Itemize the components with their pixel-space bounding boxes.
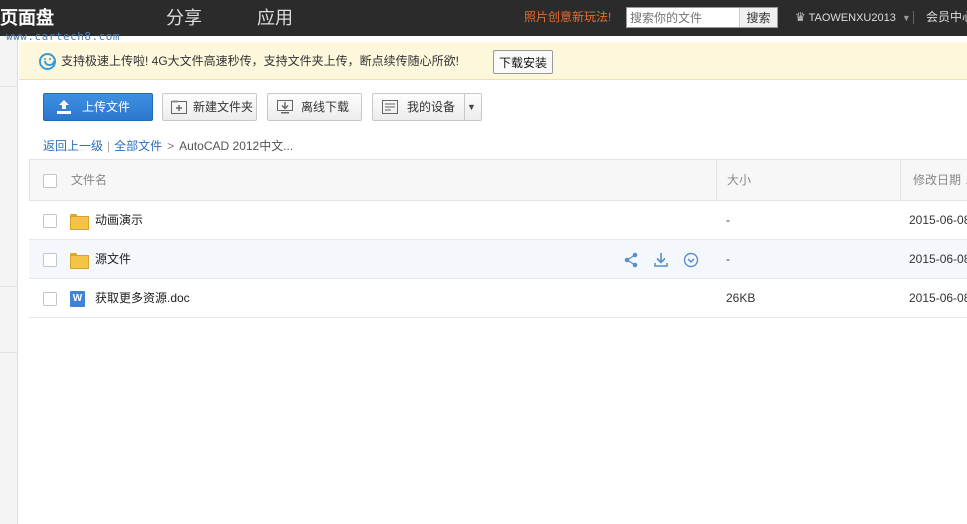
search-button[interactable]: 搜索 (739, 8, 777, 27)
user-menu[interactable]: ♛ TAOWENXU2013 ▼ (795, 0, 911, 34)
row-checkbox[interactable] (43, 253, 57, 267)
breadcrumb: 返回上一级 | 全部文件 > AutoCAD 2012中文... (43, 139, 294, 153)
search-input[interactable] (627, 8, 739, 27)
top-bar: 页面盘 分享 应用 照片创意新玩法! 搜索 ♛ TAOWENXU2013 ▼ 会员… (0, 0, 967, 36)
row-checkbox[interactable] (43, 214, 57, 228)
file-date: 2015-06-08 (909, 291, 967, 305)
table-row[interactable]: W 获取更多资源.doc 26KB 2015-06-08 (29, 279, 967, 318)
more-icon[interactable] (683, 252, 699, 268)
offline-download-icon (277, 100, 293, 114)
file-name[interactable]: 源文件 (95, 240, 131, 279)
breadcrumb-all-files[interactable]: 全部文件 (114, 139, 162, 153)
my-devices-button[interactable]: 我的设备 ▼ (372, 93, 482, 121)
download-install-button[interactable]: 下载安装 (493, 50, 553, 74)
upload-label: 上传文件 (82, 100, 131, 114)
header-date[interactable]: 修改日期 ↓ (913, 160, 967, 201)
offline-download-label: 离线下载 (301, 100, 350, 114)
file-name[interactable]: 获取更多资源.doc (95, 279, 190, 318)
crown-icon: ♛ (795, 10, 806, 24)
upload-button[interactable]: 上传文件 (43, 93, 153, 121)
member-center-link[interactable]: 会员中心 (926, 0, 967, 34)
divider (913, 11, 914, 24)
device-icon (382, 100, 398, 114)
folder-icon (70, 214, 89, 230)
file-date: 2015-06-08 (909, 213, 967, 227)
username: TAOWENXU2013 (808, 12, 896, 24)
file-size: 26KB (726, 291, 756, 305)
chevron-down-icon: ▼ (901, 13, 911, 23)
file-date: 2015-06-08 (909, 252, 967, 266)
upload-icon (57, 100, 71, 114)
logo[interactable]: 页面盘 (0, 4, 54, 32)
nav-share[interactable]: 分享 (166, 0, 202, 36)
smile-icon (39, 53, 56, 70)
row-checkbox[interactable] (43, 292, 57, 306)
new-folder-button[interactable]: 新建文件夹 (162, 93, 257, 121)
offline-download-button[interactable]: 离线下载 (267, 93, 362, 121)
breadcrumb-current: AutoCAD 2012中文... (179, 139, 294, 153)
file-size: - (726, 252, 730, 266)
file-name[interactable]: 动画演示 (95, 201, 143, 240)
folder-icon (70, 253, 89, 269)
watermark: www.cartech8.com (6, 30, 120, 43)
notice-text: 支持极速上传啦! 4G大文件高速秒传，支持文件夹上传，断点续传随心所欲! (61, 54, 460, 68)
table-row[interactable]: 源文件 - 2015-06-08 (29, 240, 967, 279)
left-sidebar (0, 36, 18, 524)
header-name[interactable]: 文件名 (71, 160, 107, 201)
notice-bar: 支持极速上传啦! 4G大文件高速秒传，支持文件夹上传，断点续传随心所欲! 下载安… (19, 42, 967, 80)
table-header: 文件名 大小 修改日期 ↓ (29, 159, 967, 201)
nav-apps[interactable]: 应用 (257, 0, 293, 36)
divider (464, 94, 465, 120)
chevron-down-icon[interactable]: ▼ (467, 94, 476, 120)
search-box: 搜索 (626, 7, 778, 28)
promo-link[interactable]: 照片创意新玩法! (524, 0, 611, 34)
breadcrumb-back[interactable]: 返回上一级 (43, 139, 103, 153)
table-row[interactable]: 动画演示 - 2015-06-08 (29, 201, 967, 240)
file-size: - (726, 213, 730, 227)
new-folder-label: 新建文件夹 (193, 100, 254, 114)
my-devices-label: 我的设备 (407, 100, 456, 114)
toolbar: 上传文件 新建文件夹 离线下载 我的设备 ▼ (19, 80, 967, 132)
download-icon[interactable] (653, 252, 669, 268)
share-icon[interactable] (623, 252, 639, 268)
header-size[interactable]: 大小 (727, 160, 751, 201)
select-all-checkbox[interactable] (43, 174, 57, 188)
new-folder-icon (171, 100, 187, 114)
word-doc-icon: W (70, 291, 85, 307)
